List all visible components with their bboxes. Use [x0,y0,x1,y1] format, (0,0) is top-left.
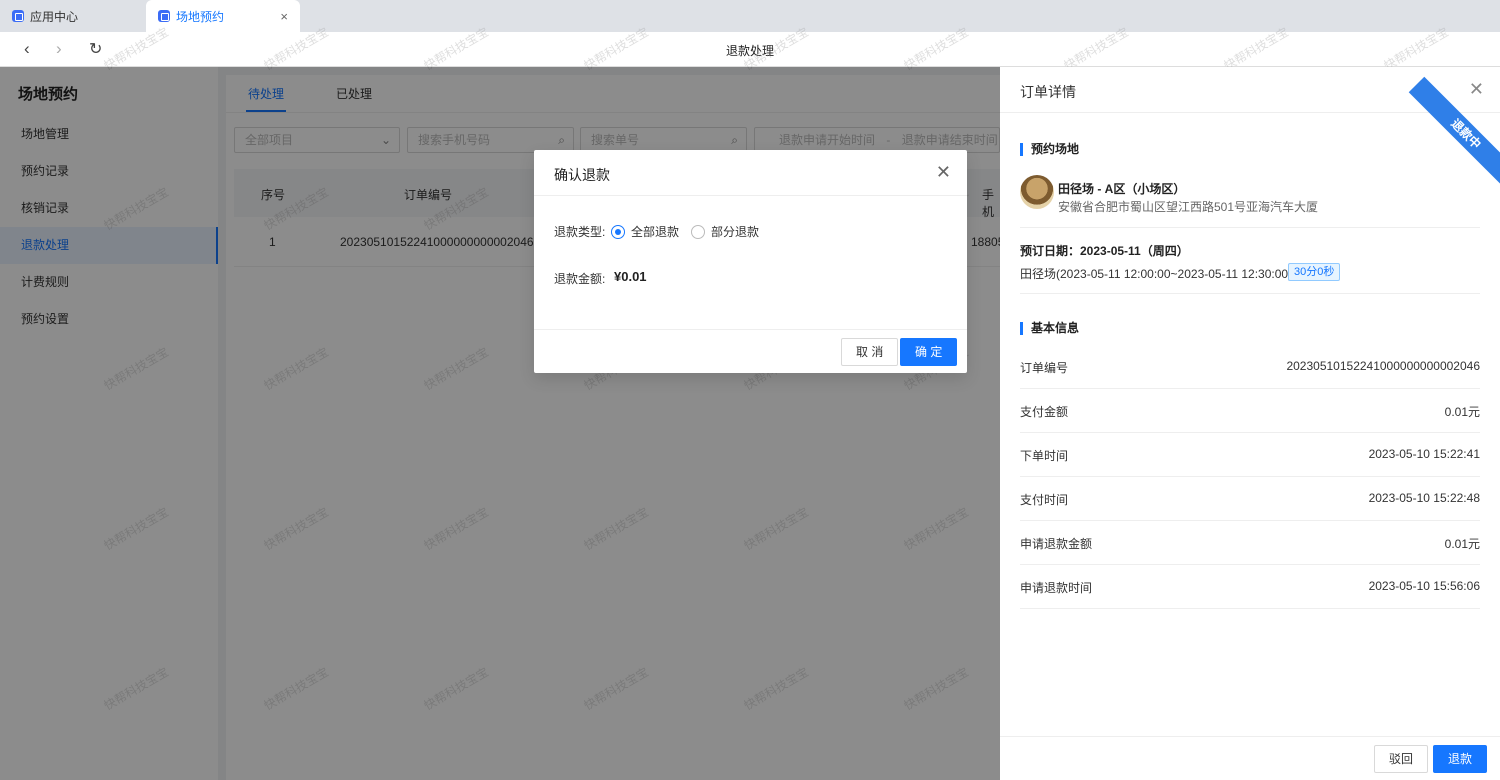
browser-tab-label: 应用中心 [30,9,79,24]
info-value: 2023-05-10 15:22:41 [1368,447,1480,461]
radio-partial-refund[interactable]: 部分退款 [691,223,759,240]
drawer-footer: 驳回 退款 [1000,736,1500,780]
duration-badge: 30分0秒 [1288,263,1341,281]
info-key: 申请退款金额 [1020,537,1093,551]
info-row-refund-time: 申请退款时间 2023-05-10 15:56:06 [1020,565,1480,609]
info-row-paid-amount: 支付金额 0.01元 [1020,389,1480,433]
cancel-button[interactable]: 取 消 [841,338,899,366]
venue-name: 田径场 - A区（小场区） [1058,182,1186,196]
close-icon[interactable]: ✕ [936,162,951,183]
radio-label: 部分退款 [711,225,760,239]
radio-full-refund[interactable]: 全部退款 [611,223,679,240]
browser-tab-venue-booking[interactable]: 场地预约 × [146,0,300,32]
app-icon [158,10,170,22]
info-key: 申请退款时间 [1020,581,1093,595]
app-icon [12,10,24,22]
close-icon[interactable]: ✕ [1469,79,1484,100]
browser-tab-app-center[interactable]: 应用中心 [0,0,145,32]
info-row-pay-time: 支付时间 2023-05-10 15:22:48 [1020,477,1480,521]
refund-type-label: 退款类型: [554,225,606,239]
info-row-order-no: 订单编号 20230510152241000000000002046 [1020,345,1480,389]
refund-button[interactable]: 退款 [1433,745,1488,773]
radio-label: 全部退款 [631,225,680,239]
browser-tab-label: 场地预约 [176,9,225,24]
refund-amount-value: ¥0.01 [614,269,647,284]
divider [1020,293,1480,294]
radio-checked-icon [611,224,625,239]
info-value: 2023-05-10 15:22:48 [1368,491,1480,505]
close-tab-icon[interactable]: × [280,9,288,24]
section-title-basic: 基本信息 [1020,322,1079,335]
drawer-title: 订单详情 [1020,84,1076,100]
refund-amount-label: 退款金额: [554,272,606,286]
browser-tab-bar: 应用中心 场地预约 × [0,0,1500,32]
section-title-venue: 预约场地 [1020,143,1079,156]
info-value: 0.01元 [1444,405,1480,419]
venue-avatar [1020,175,1054,209]
modal-title: 确认退款 [554,167,610,183]
info-value: 20230510152241000000000002046 [1286,359,1480,373]
confirm-refund-modal: 确认退款 ✕ 退款类型: 全部退款 部分退款 退款金额: ¥0.01 取 消 确… [534,150,967,373]
page-title: 退款处理 [725,44,774,58]
modal-header: 确认退款 ✕ [534,150,967,196]
radio-unchecked-icon [691,224,705,239]
order-detail-drawer: 订单详情 ✕ 退款中 预约场地 田径场 - A区（小场区） 安徽省合肥市蜀山区望… [1000,67,1500,780]
info-key: 支付金额 [1020,405,1069,419]
info-key: 支付时间 [1020,493,1069,507]
info-row-refund-amount: 申请退款金额 0.01元 [1020,521,1480,565]
booking-date: 预订日期：2023-05-11（周四） [1020,244,1189,258]
venue-address: 安徽省合肥市蜀山区望江西路501号亚海汽车大厦 [1058,200,1319,214]
info-row-order-time: 下单时间 2023-05-10 15:22:41 [1020,433,1480,477]
modal-footer-divider [534,329,967,330]
info-value: 0.01元 [1444,537,1480,551]
info-value: 2023-05-10 15:56:06 [1368,579,1480,593]
divider [1020,227,1480,228]
info-key: 订单编号 [1020,361,1069,375]
browser-toolbar: ‹ › ↻ 退款处理 [0,32,1500,67]
info-key: 下单时间 [1020,449,1069,463]
booking-slot: 田径场(2023-05-11 12:00:00~2023-05-11 12:30… [1020,267,1293,281]
reject-button[interactable]: 驳回 [1374,745,1429,773]
confirm-button[interactable]: 确 定 [900,338,958,366]
